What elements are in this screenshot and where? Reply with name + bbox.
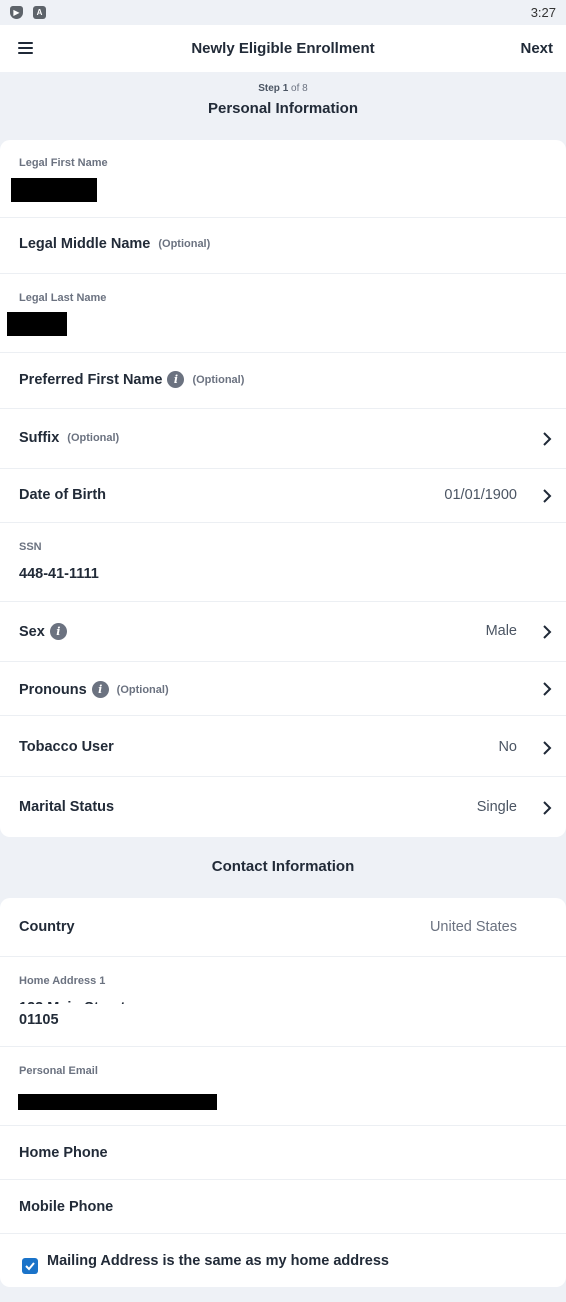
checkmark-icon (25, 1262, 35, 1271)
contact-information-card: Country United States Home Address 1 123… (0, 898, 566, 1287)
sex-field[interactable]: Sex i Male (0, 602, 566, 662)
chevron-right-icon (543, 625, 552, 639)
step-header: Step 1 of 8 Personal Information (0, 83, 566, 117)
marital-status-field[interactable]: Marital Status Single (0, 777, 566, 837)
info-icon[interactable]: i (167, 371, 185, 388)
status-bar: ▶ A 3:27 (0, 0, 566, 25)
app-bar: Newly Eligible Enrollment Next (0, 25, 566, 72)
preferred-first-name-field[interactable]: Preferred First Name i (Optional) (0, 353, 566, 409)
redacted-value (18, 1094, 217, 1110)
redacted-value (11, 178, 97, 202)
date-of-birth-field[interactable]: Date of Birth 01/01/1900 (0, 469, 566, 523)
legal-first-name-field[interactable]: Legal First Name (0, 140, 566, 218)
contact-information-title: Contact Information (211, 858, 355, 875)
ssn-field[interactable]: SSN 448-41-1111 (0, 523, 566, 602)
country-field[interactable]: Country United States (0, 898, 566, 957)
info-icon[interactable]: i (91, 681, 109, 698)
chevron-right-icon (543, 682, 552, 696)
chevron-right-icon (543, 489, 552, 503)
address-line-1: 123 Main Street (19, 995, 125, 1004)
suffix-field[interactable]: Suffix (Optional) (0, 409, 566, 469)
page-title: Newly Eligible Enrollment (191, 40, 375, 57)
step-indicator: Step 1 of 8 (258, 83, 308, 94)
legal-middle-name-field[interactable]: Legal Middle Name (Optional) (0, 218, 566, 274)
status-time: 3:27 (530, 5, 556, 20)
next-button[interactable]: Next (520, 40, 553, 57)
redacted-value (7, 312, 67, 336)
pronouns-field[interactable]: Pronouns i (Optional) (0, 662, 566, 716)
chevron-right-icon (543, 741, 552, 755)
hamburger-menu-icon[interactable] (18, 42, 33, 54)
tobacco-user-field[interactable]: Tobacco User No (0, 716, 566, 777)
home-phone-field[interactable]: Home Phone (0, 1126, 566, 1180)
mobile-phone-field[interactable]: Mobile Phone (0, 1180, 566, 1234)
personal-email-field[interactable]: Personal Email (0, 1047, 566, 1126)
shield-play-icon: ▶ (10, 6, 23, 19)
personal-information-card: Legal First Name Legal Middle Name (Optio… (0, 140, 566, 837)
personal-information-title: Personal Information (207, 100, 359, 117)
chevron-right-icon (543, 432, 552, 446)
mailing-same-checkbox[interactable] (22, 1258, 38, 1274)
mailing-address-same-row[interactable]: Mailing Address is the same as my home a… (0, 1234, 566, 1287)
info-icon[interactable]: i (49, 623, 67, 640)
legal-last-name-field[interactable]: Legal Last Name (0, 274, 566, 353)
a-letter-icon: A (33, 6, 46, 19)
chevron-right-icon (543, 801, 552, 815)
address-zip: 01105 (19, 1012, 59, 1028)
home-address-field[interactable]: Home Address 1 123 Main Street 01105 (0, 957, 566, 1047)
